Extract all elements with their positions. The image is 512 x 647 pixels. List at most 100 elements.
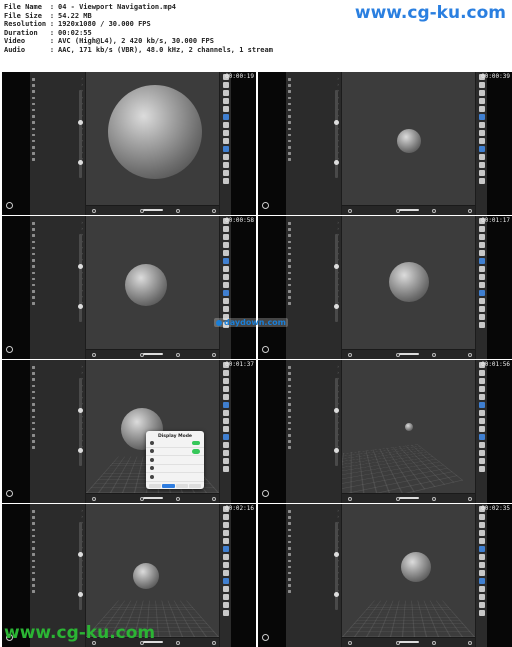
home-view-icon[interactable] (176, 209, 180, 213)
tool-icon[interactable] (223, 514, 229, 520)
3d-viewport[interactable] (86, 216, 219, 359)
tool-icon[interactable] (479, 314, 485, 320)
tool-icon[interactable] (479, 106, 485, 112)
brush-slider[interactable] (334, 90, 339, 178)
3d-viewport[interactable] (342, 504, 475, 647)
tool-icon[interactable] (223, 546, 229, 552)
tool-icon[interactable] (223, 570, 229, 576)
tool-icon[interactable] (479, 370, 485, 376)
tool-icon[interactable] (223, 250, 229, 256)
tool-icon[interactable] (479, 170, 485, 176)
tool-icon[interactable] (479, 138, 485, 144)
undo-icon[interactable] (348, 353, 352, 357)
tool-icon[interactable] (223, 242, 229, 248)
slider-knob[interactable] (334, 160, 339, 165)
tool-icon[interactable] (479, 234, 485, 240)
tool-icon[interactable] (479, 402, 485, 408)
tool-icon[interactable] (223, 122, 229, 128)
tool-icon[interactable] (479, 522, 485, 528)
display-mode-popup[interactable]: Display Mode (146, 431, 204, 489)
tool-icon[interactable] (223, 610, 229, 616)
tool-icon[interactable] (479, 586, 485, 592)
tool-icon[interactable] (479, 594, 485, 600)
tool-icon[interactable] (479, 162, 485, 168)
tool-icon[interactable] (223, 130, 229, 136)
segment[interactable] (188, 483, 201, 488)
popup-option-row[interactable] (146, 456, 204, 465)
tool-icon[interactable] (479, 458, 485, 464)
toggle-icon[interactable] (192, 440, 200, 445)
tool-icon[interactable] (223, 434, 229, 440)
tool-icon[interactable] (223, 378, 229, 384)
3d-viewport[interactable] (342, 216, 475, 359)
tool-icon[interactable] (479, 530, 485, 536)
tool-icon[interactable] (223, 562, 229, 568)
tool-icon[interactable] (223, 578, 229, 584)
slider-knob[interactable] (334, 552, 339, 557)
tool-icon[interactable] (223, 394, 229, 400)
home-view-icon[interactable] (176, 353, 180, 357)
tool-icon[interactable] (223, 522, 229, 528)
tool-icon[interactable] (479, 98, 485, 104)
popup-segmented-control[interactable] (146, 482, 204, 490)
tool-icon[interactable] (223, 298, 229, 304)
slider-knob[interactable] (334, 592, 339, 597)
settings-icon[interactable] (212, 353, 216, 357)
toggle-icon[interactable] (192, 449, 200, 454)
sidebar-menu-item[interactable] (30, 156, 85, 163)
tool-icon[interactable] (223, 282, 229, 288)
brush-slider[interactable] (334, 522, 339, 610)
popup-option-row[interactable] (146, 473, 204, 482)
home-view-icon[interactable] (176, 497, 180, 501)
tool-icon[interactable] (223, 586, 229, 592)
settings-icon[interactable] (468, 209, 472, 213)
tool-icon[interactable] (223, 234, 229, 240)
3d-viewport[interactable] (86, 72, 219, 215)
popup-option-row[interactable] (146, 439, 204, 448)
sidebar-menu-item[interactable] (286, 300, 341, 307)
tool-icon[interactable] (479, 178, 485, 184)
slider-knob[interactable] (78, 160, 83, 165)
slider-knob[interactable] (78, 592, 83, 597)
sidebar-menu-item[interactable] (30, 588, 85, 595)
tool-icon[interactable] (479, 426, 485, 432)
settings-icon[interactable] (468, 353, 472, 357)
brush-slider[interactable] (78, 234, 83, 322)
tool-icon[interactable] (479, 418, 485, 424)
settings-icon[interactable] (468, 641, 472, 645)
tool-icon[interactable] (479, 562, 485, 568)
slider-knob[interactable] (334, 120, 339, 125)
popup-option-row[interactable] (146, 465, 204, 473)
tool-icon[interactable] (223, 170, 229, 176)
home-view-icon[interactable] (432, 209, 436, 213)
tool-icon[interactable] (479, 258, 485, 264)
tool-icon[interactable] (223, 538, 229, 544)
settings-icon[interactable] (212, 209, 216, 213)
tool-icon[interactable] (223, 530, 229, 536)
tool-icon[interactable] (479, 466, 485, 472)
tool-icon[interactable] (479, 130, 485, 136)
tool-icon[interactable] (479, 298, 485, 304)
tool-icon[interactable] (223, 386, 229, 392)
settings-icon[interactable] (468, 497, 472, 501)
sidebar-menu-item[interactable] (286, 444, 341, 451)
tool-icon[interactable] (479, 306, 485, 312)
tool-icon[interactable] (223, 402, 229, 408)
tool-icon[interactable] (223, 154, 229, 160)
tool-icon[interactable] (479, 114, 485, 120)
brush-slider[interactable] (334, 234, 339, 322)
tool-icon[interactable] (479, 82, 485, 88)
home-view-icon[interactable] (176, 641, 180, 645)
slider-knob[interactable] (78, 408, 83, 413)
tool-icon[interactable] (223, 98, 229, 104)
tool-icon[interactable] (223, 426, 229, 432)
tool-icon[interactable] (479, 282, 485, 288)
home-view-icon[interactable] (432, 497, 436, 501)
tool-icon[interactable] (479, 154, 485, 160)
home-view-icon[interactable] (432, 353, 436, 357)
slider-knob[interactable] (334, 408, 339, 413)
3d-viewport[interactable] (342, 72, 475, 215)
settings-icon[interactable] (212, 641, 216, 645)
tool-icon[interactable] (223, 226, 229, 232)
tool-icon[interactable] (479, 450, 485, 456)
